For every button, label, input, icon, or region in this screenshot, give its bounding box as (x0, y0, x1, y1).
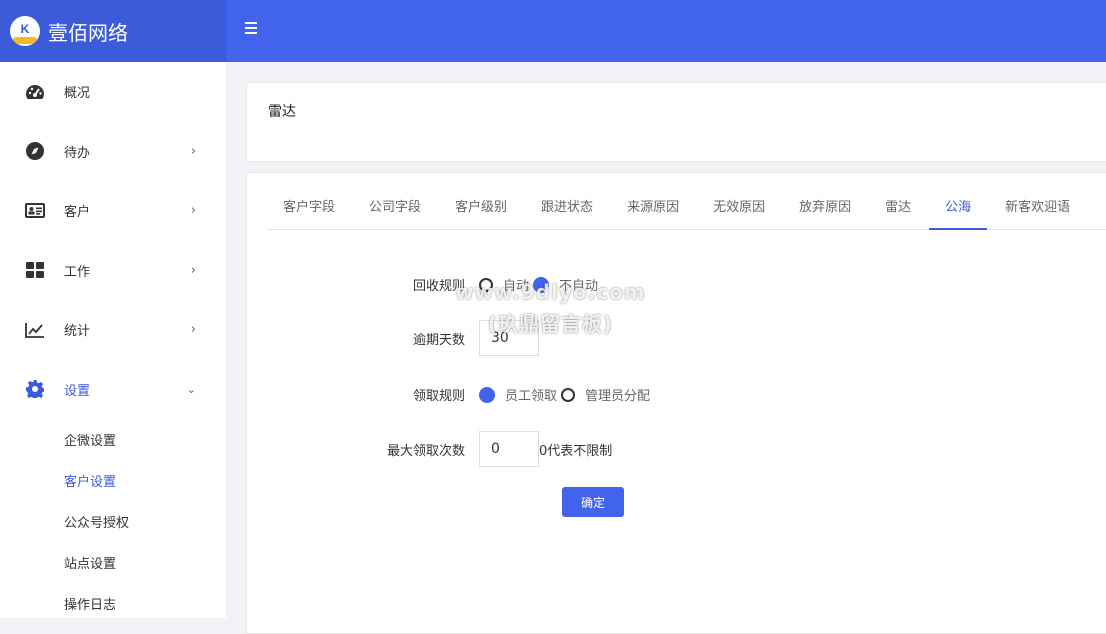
grid-icon (24, 262, 46, 279)
sidebar-item-settings[interactable]: 设置 ⌄ (0, 360, 226, 420)
line-chart-icon (24, 322, 46, 338)
sidebar-item-label: 客户 (64, 205, 91, 221)
page-title-card: 雷达 (246, 82, 1106, 162)
claim-rule-label: 领取规则 (412, 389, 465, 404)
radio-label: 自动 (503, 279, 530, 294)
sidebar-item-stats[interactable]: 统计 › (0, 300, 226, 360)
tab-invalid-reason[interactable]: 无效原因 (697, 187, 781, 229)
sidebar-item-label: 概况 (64, 86, 91, 102)
overdue-days-label: 逾期天数 (412, 332, 465, 348)
tab-public-pool[interactable]: 公海 (929, 187, 988, 230)
sidebar-item-work[interactable]: 工作 › (0, 241, 226, 301)
chevron-down-icon: ⌄ (186, 382, 196, 396)
settings-card: 客户字段 公司字段 客户级别 跟进状态 来源原因 无效原因 放弃原因 雷达 公海… (246, 172, 1106, 634)
claim-rule-admin-radio[interactable]: 管理员分配 (561, 385, 650, 404)
settings-submenu: 企微设置 客户设置 公众号授权 站点设置 操作日志 (0, 419, 226, 624)
recycle-rule-label: 回收规则 (412, 279, 465, 294)
max-claims-row: 最大领取次数 0代表不限制 (363, 431, 612, 467)
tab-company-fields[interactable]: 公司字段 (353, 187, 437, 229)
settings-tabs: 客户字段 公司字段 客户级别 跟进状态 来源原因 无效原因 放弃原因 雷达 公海… (267, 187, 1106, 230)
sidebar-subitem-wecom-settings[interactable]: 企微设置 (0, 419, 226, 460)
sidebar-item-label: 统计 (64, 324, 91, 340)
tab-radar[interactable]: 雷达 (869, 187, 927, 229)
tab-abandon-reason[interactable]: 放弃原因 (783, 187, 867, 229)
sidebar-subitem-site-settings[interactable]: 站点设置 (0, 542, 226, 583)
confirm-button[interactable]: 确定 (562, 487, 624, 517)
sidebar-item-overview[interactable]: 概况 (0, 62, 226, 122)
tab-source-reason[interactable]: 来源原因 (611, 187, 695, 229)
tab-follow-status[interactable]: 跟进状态 (525, 187, 609, 229)
sidebar: K 壹佰网络 概况 待办 › 客户 › 工作 › 统计 › 设置 ⌄ 企微设置 … (0, 0, 226, 618)
chevron-right-icon: › (190, 203, 196, 219)
max-claims-hint: 0代表不限制 (539, 443, 613, 459)
tab-welcome-message[interactable]: 新客欢迎语 (989, 187, 1086, 229)
recycle-rule-row: 回收规则 自动 不自动 (363, 275, 598, 294)
id-card-icon (24, 203, 46, 219)
radio-label: 员工领取 (505, 389, 558, 404)
max-claims-label: 最大领取次数 (386, 443, 465, 459)
dashboard-icon (24, 84, 46, 100)
sidebar-nav: 概况 待办 › 客户 › 工作 › 统计 › 设置 ⌄ (0, 62, 226, 419)
radio-checked-icon (479, 386, 495, 403)
sidebar-item-label: 待办 (64, 145, 91, 161)
brand[interactable]: K 壹佰网络 (0, 0, 226, 62)
logo: K (10, 16, 40, 46)
brand-name: 壹佰网络 (48, 22, 128, 45)
sidebar-subitem-customer-settings[interactable]: 客户设置 (0, 460, 226, 501)
radio-unchecked-icon (561, 387, 576, 402)
chevron-right-icon: › (190, 143, 196, 159)
sidebar-subitem-official-account-auth[interactable]: 公众号授权 (0, 501, 226, 542)
radio-label: 管理员分配 (585, 389, 651, 404)
sidebar-item-customer[interactable]: 客户 › (0, 181, 226, 241)
sidebar-item-todo[interactable]: 待办 › (0, 122, 226, 182)
overdue-days-row: 逾期天数 (363, 320, 539, 356)
radio-label: 不自动 (559, 279, 599, 294)
overdue-days-input[interactable] (479, 320, 539, 356)
page-title: 雷达 (268, 104, 296, 120)
compass-icon (24, 142, 46, 161)
radio-unchecked-icon (479, 277, 493, 292)
logo-text: K (20, 21, 30, 36)
chevron-right-icon: › (190, 322, 196, 338)
sidebar-item-label: 设置 (64, 383, 91, 399)
recycle-rule-auto-radio[interactable]: 自动 (479, 275, 529, 294)
gear-icon (24, 380, 46, 399)
max-claims-input[interactable] (479, 431, 539, 467)
chevron-right-icon: › (190, 262, 196, 278)
claim-rule-employee-radio[interactable]: 员工领取 (479, 385, 557, 404)
sidebar-item-label: 工作 (64, 264, 91, 280)
recycle-rule-manual-radio[interactable]: 不自动 (533, 275, 598, 294)
tab-customer-level[interactable]: 客户级别 (439, 187, 523, 229)
claim-rule-row: 领取规则 员工领取 管理员分配 (363, 385, 650, 404)
radio-checked-icon (533, 276, 550, 293)
hamburger-icon[interactable] (245, 22, 257, 34)
submit-row: 确定 (562, 487, 624, 517)
tab-customer-fields[interactable]: 客户字段 (267, 187, 351, 229)
top-header (226, 0, 1106, 62)
